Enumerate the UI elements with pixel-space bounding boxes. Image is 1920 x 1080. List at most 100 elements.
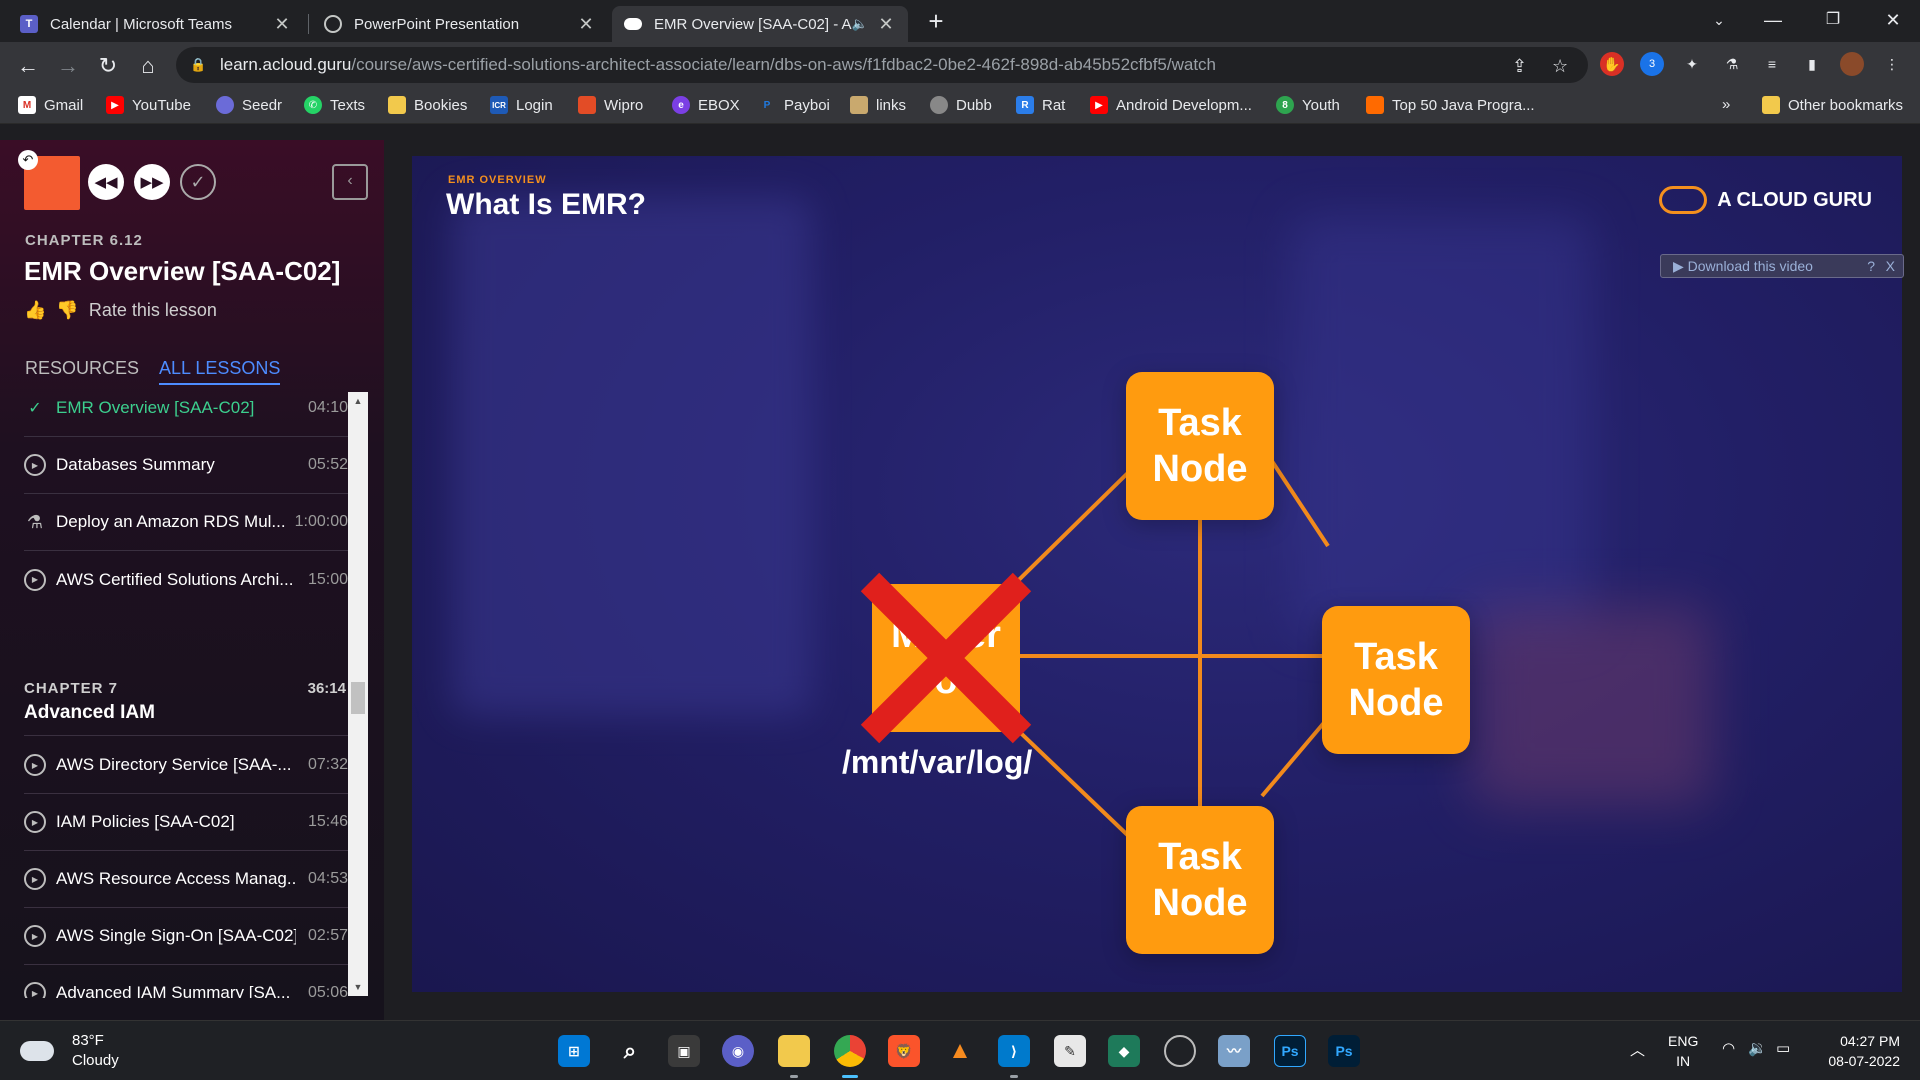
back-button[interactable]: ← <box>12 50 44 82</box>
scroll-up-arrow-icon[interactable]: ▲ <box>348 392 368 410</box>
lesson-duration: 15:00 <box>307 570 348 588</box>
failure-x-icon <box>860 572 1032 744</box>
profile-avatar[interactable] <box>1840 52 1864 76</box>
bookmark-links[interactable]: links <box>850 96 906 114</box>
photoshop-icon[interactable]: Ps <box>1328 1035 1360 1067</box>
previous-lesson-button[interactable]: ◀◀ <box>88 164 124 200</box>
scroll-down-arrow-icon[interactable]: ▼ <box>348 978 368 996</box>
list-item[interactable]: ▶ IAM Policies [SAA-C02] 15:46 <box>24 794 348 851</box>
download-close-icon[interactable]: X <box>1886 255 1895 277</box>
bookmark-top50[interactable]: Top 50 Java Progra... <box>1366 96 1535 114</box>
bookmark-rat[interactable]: R Rat <box>1016 96 1065 114</box>
battery-icon[interactable]: ▭ <box>1776 1039 1790 1057</box>
mark-complete-button[interactable]: ✓ <box>180 164 216 200</box>
brave-icon[interactable]: 🦁 <box>888 1035 920 1067</box>
app-icon[interactable]: ◆ <box>1108 1035 1140 1067</box>
list-item[interactable]: ▶ AWS Resource Access Manag... 04:53 <box>24 851 348 908</box>
download-video-button[interactable]: ▶ Download this video ? X <box>1660 254 1904 278</box>
bookmark-youth[interactable]: 8 Youth <box>1276 96 1340 114</box>
tab-close-icon[interactable]: ✕ <box>576 14 596 35</box>
new-tab-button[interactable]: + <box>920 6 952 38</box>
restore-button[interactable]: ❐ <box>1806 0 1860 40</box>
bookmarks-overflow-button[interactable]: » <box>1722 96 1730 113</box>
extension-red-icon[interactable]: ✋ <box>1600 52 1624 76</box>
reload-button[interactable]: ↻ <box>92 50 124 82</box>
browser-tab-powerpoint[interactable]: PowerPoint Presentation ✕ <box>312 6 608 42</box>
tab-search-icon[interactable]: ⌄ <box>1692 0 1746 40</box>
minimize-button[interactable]: — <box>1746 0 1800 40</box>
list-item[interactable]: ▶ Databases Summary 05:52 <box>24 437 348 494</box>
address-bar[interactable]: 🔒 learn.acloud.guru/course/aws-certified… <box>176 47 1588 83</box>
scrollbar-thumb[interactable] <box>351 682 365 714</box>
vlc-icon[interactable]: ▲ <box>944 1035 976 1067</box>
bookmark-youtube[interactable]: ▶ YouTube <box>106 96 191 114</box>
chat-icon[interactable]: ◉ <box>722 1035 754 1067</box>
labs-flask-icon[interactable]: ⚗ <box>1720 52 1744 76</box>
share-icon[interactable]: ⇪ <box>1512 56 1527 77</box>
forward-button[interactable]: → <box>52 50 84 82</box>
bookmark-payboi[interactable]: P Payboi <box>758 96 830 114</box>
bookmark-texts[interactable]: ✆ Texts <box>304 96 365 114</box>
media-queue-icon[interactable]: ≡ <box>1760 52 1784 76</box>
list-item[interactable]: ▶ AWS Certified Solutions Archi... 15:00 <box>24 551 348 608</box>
file-explorer-icon[interactable] <box>778 1035 810 1067</box>
home-button[interactable]: ⌂ <box>132 50 164 82</box>
tray-chevron-icon[interactable]: ︿ <box>1630 1039 1645 1060</box>
start-icon[interactable]: ⊞ <box>558 1035 590 1067</box>
bookmark-android[interactable]: ▶ Android Developm... <box>1090 96 1252 114</box>
close-window-button[interactable]: ✕ <box>1866 0 1920 40</box>
vscode-icon[interactable]: ⟩ <box>998 1035 1030 1067</box>
play-circle-icon: ▶ <box>24 925 46 947</box>
obs-icon[interactable] <box>1164 1035 1196 1067</box>
bookmark-gmail[interactable]: M Gmail <box>18 96 83 114</box>
bookmark-login[interactable]: ICR Login <box>490 96 553 114</box>
lesson-list-scrollbar[interactable]: ▲ ▼ <box>348 392 368 996</box>
search-icon[interactable]: ⌕ <box>614 1035 646 1067</box>
wifi-icon[interactable]: ◠ <box>1722 1039 1735 1057</box>
tab-all-lessons[interactable]: ALL LESSONS <box>159 358 281 385</box>
thumbs-down-icon[interactable]: 👎 <box>56 300 78 321</box>
bookmark-star-icon[interactable]: ☆ <box>1552 56 1568 77</box>
browser-tab-emr[interactable]: EMR Overview [SAA-C02] - A 🔈 ✕ <box>612 6 908 42</box>
course-page: ↶ ◀◀ ▶▶ ✓ ‹ CHAPTER 6.12 EMR Overview [S… <box>0 124 1920 1020</box>
bookmark-dubb[interactable]: Dubb <box>930 96 992 114</box>
notepad-icon[interactable]: ✎ <box>1054 1035 1086 1067</box>
tab-resources[interactable]: RESOURCES <box>25 358 139 385</box>
back-arrow-icon[interactable]: ↶ <box>18 150 38 170</box>
tab-close-icon[interactable]: ✕ <box>272 14 292 35</box>
extensions-puzzle-icon[interactable]: ✦ <box>1680 52 1704 76</box>
lock-icon[interactable]: 🔒 <box>190 57 206 73</box>
chrome-icon[interactable] <box>834 1035 866 1067</box>
list-item[interactable]: ⚗ Deploy an Amazon RDS Mul... 1:00:00 <box>24 494 348 551</box>
course-thumbnail[interactable]: ↶ <box>18 150 80 210</box>
next-lesson-button[interactable]: ▶▶ <box>134 164 170 200</box>
speaker-icon[interactable]: 🔈 <box>852 16 868 32</box>
list-item[interactable]: ▶ Advanced IAM Summary [SA... 05:06 <box>24 965 348 998</box>
thumbs-up-icon[interactable]: 👍 <box>24 300 46 321</box>
list-item[interactable]: ▶ AWS Single Sign-On [SAA-C02] 02:57 <box>24 908 348 965</box>
bookmark-seedr[interactable]: Seedr <box>216 96 282 114</box>
monitor-icon[interactable]: 〰 <box>1218 1035 1250 1067</box>
task-view-icon[interactable]: ▣ <box>668 1035 700 1067</box>
bookmark-bookies[interactable]: Bookies <box>388 96 467 114</box>
lesson-name: IAM Policies [SAA-C02] <box>56 812 235 831</box>
video-player[interactable]: EMR OVERVIEW What Is EMR? A CLOUD GURU T… <box>412 156 1902 992</box>
weather-widget[interactable]: 83°F Cloudy <box>20 1031 119 1071</box>
tab-close-icon[interactable]: ✕ <box>876 14 896 35</box>
system-clock[interactable]: 04:27 PM 08-07-2022 <box>1810 1031 1900 1071</box>
list-item[interactable]: ▶ AWS Directory Service [SAA-... 07:32 <box>24 737 348 794</box>
side-panel-icon[interactable]: ▮ <box>1800 52 1824 76</box>
collapse-sidebar-button[interactable]: ‹ <box>332 164 368 200</box>
extension-blue-icon[interactable]: 3 <box>1640 52 1664 76</box>
bookmark-wipro[interactable]: Wipro <box>578 96 643 114</box>
bookmark-ebox[interactable]: e EBOX <box>672 96 740 114</box>
language-indicator[interactable]: ENG IN <box>1668 1031 1698 1071</box>
chapter-header[interactable]: CHAPTER 7 36:14 Advanced IAM <box>24 660 348 736</box>
download-help-icon[interactable]: ? <box>1867 255 1875 277</box>
browser-tab-teams[interactable]: T Calendar | Microsoft Teams ✕ <box>8 6 304 42</box>
other-bookmarks[interactable]: Other bookmarks <box>1762 96 1903 114</box>
photoshop-icon[interactable]: Ps <box>1274 1035 1306 1067</box>
menu-kebab-icon[interactable]: ⋮ <box>1880 52 1904 76</box>
list-item[interactable]: ✓ EMR Overview [SAA-C02] 04:10 <box>24 388 348 437</box>
volume-icon[interactable]: 🔉 <box>1748 1039 1767 1057</box>
